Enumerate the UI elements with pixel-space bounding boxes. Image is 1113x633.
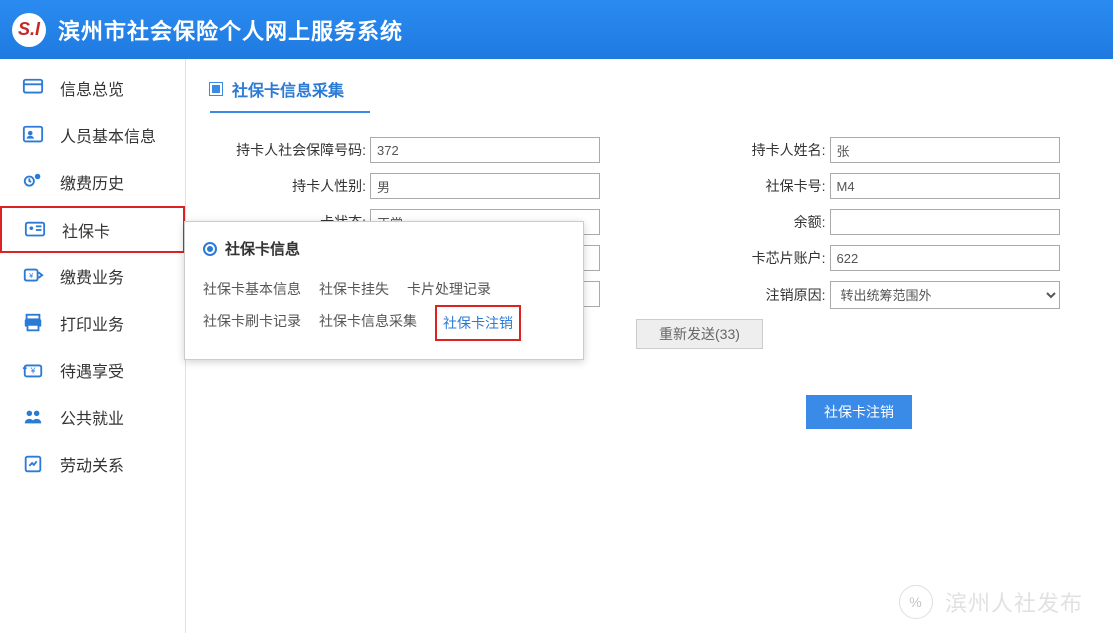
cardno-input[interactable] <box>830 173 1060 199</box>
svg-text:¥: ¥ <box>30 367 36 376</box>
cancel-reason-select[interactable]: 转出统筹范围外 <box>830 281 1060 309</box>
popup-link-cancel[interactable]: 社保卡注销 <box>435 305 521 341</box>
chip-label: 卡芯片账户: <box>670 248 830 268</box>
popup-link-collect[interactable]: 社保卡信息采集 <box>319 305 417 341</box>
balance-input[interactable] <box>830 209 1060 235</box>
name-label: 持卡人姓名: <box>670 140 830 160</box>
wechat-icon: % <box>899 585 933 619</box>
sidebar-item-person[interactable]: 人员基本信息 <box>0 112 185 159</box>
ssn-input[interactable] <box>370 137 600 163</box>
labor-icon <box>20 453 46 475</box>
cancel-card-button[interactable]: 社保卡注销 <box>806 395 912 429</box>
sidebar-item-label: 社保卡 <box>62 218 110 242</box>
sidebar-item-benefit[interactable]: ¥ 待遇享受 <box>0 347 185 394</box>
popup-link-loss[interactable]: 社保卡挂失 <box>319 273 389 305</box>
sidebar-item-label: 缴费业务 <box>60 264 124 288</box>
sidebar-item-label: 缴费历史 <box>60 170 124 194</box>
popup-link-swipe[interactable]: 社保卡刷卡记录 <box>203 305 301 341</box>
gender-input[interactable] <box>370 173 600 199</box>
title-marker-icon <box>210 83 222 95</box>
sidebar-item-employment[interactable]: 公共就业 <box>0 394 185 441</box>
sidebar-item-card[interactable]: 社保卡 <box>0 206 185 253</box>
sidebar: 信息总览 人员基本信息 缴费历史 社保卡 ¥ 缴费业务 <box>0 59 186 633</box>
sidebar-item-label: 劳动关系 <box>60 452 124 476</box>
sidebar-item-overview[interactable]: 信息总览 <box>0 65 185 112</box>
sidebar-item-payment[interactable]: ¥ 缴费业务 <box>0 253 185 300</box>
card-submenu-popup: 社保卡信息 社保卡基本信息 社保卡挂失 卡片处理记录 社保卡刷卡记录 社保卡信息… <box>184 221 584 360</box>
sidebar-item-label: 人员基本信息 <box>60 123 156 147</box>
app-title: 滨州市社会保险个人网上服务系统 <box>58 14 403 46</box>
sidebar-item-label: 信息总览 <box>60 76 124 100</box>
benefit-icon: ¥ <box>20 359 46 381</box>
payment-icon: ¥ <box>20 265 46 287</box>
sidebar-item-label: 打印业务 <box>60 311 124 335</box>
sidebar-item-print[interactable]: 打印业务 <box>0 300 185 347</box>
gender-label: 持卡人性别: <box>210 176 370 196</box>
resend-button[interactable]: 重新发送(33) <box>636 319 763 349</box>
ssn-label: 持卡人社会保障号码: <box>210 140 370 160</box>
page-title-text: 社保卡信息采集 <box>232 77 344 101</box>
person-icon <box>20 124 46 146</box>
popup-link-record[interactable]: 卡片处理记录 <box>407 273 491 305</box>
chip-input[interactable] <box>830 245 1060 271</box>
radio-dot-icon <box>203 242 217 256</box>
page-title: 社保卡信息采集 <box>210 77 370 113</box>
sidebar-item-history[interactable]: 缴费历史 <box>0 159 185 206</box>
popup-title: 社保卡信息 <box>203 238 565 259</box>
sidebar-item-label: 公共就业 <box>60 405 124 429</box>
cardno-label: 社保卡号: <box>670 176 830 196</box>
popup-links: 社保卡基本信息 社保卡挂失 卡片处理记录 社保卡刷卡记录 社保卡信息采集 社保卡… <box>203 273 565 341</box>
app-logo: S.I <box>12 13 46 47</box>
main-content: 社保卡信息采集 持卡人社会保障号码: 持卡人性别: 卡状态: <box>186 59 1113 633</box>
watermark-text: 滨州人社发布 <box>945 586 1083 618</box>
print-icon <box>20 312 46 334</box>
history-icon <box>20 171 46 193</box>
cancel-reason-label: 注销原因: <box>670 285 830 305</box>
sidebar-item-labor[interactable]: 劳动关系 <box>0 441 185 488</box>
card-icon <box>22 219 48 241</box>
balance-label: 余额: <box>670 212 830 232</box>
employment-icon <box>20 406 46 428</box>
popup-link-basic[interactable]: 社保卡基本信息 <box>203 273 301 305</box>
watermark: % 滨州人社发布 <box>899 585 1083 619</box>
sidebar-item-label: 待遇享受 <box>60 358 124 382</box>
app-header: S.I 滨州市社会保险个人网上服务系统 <box>0 0 1113 59</box>
overview-icon <box>20 77 46 99</box>
svg-text:¥: ¥ <box>29 271 34 280</box>
name-input[interactable] <box>830 137 1060 163</box>
popup-title-text: 社保卡信息 <box>225 238 300 259</box>
